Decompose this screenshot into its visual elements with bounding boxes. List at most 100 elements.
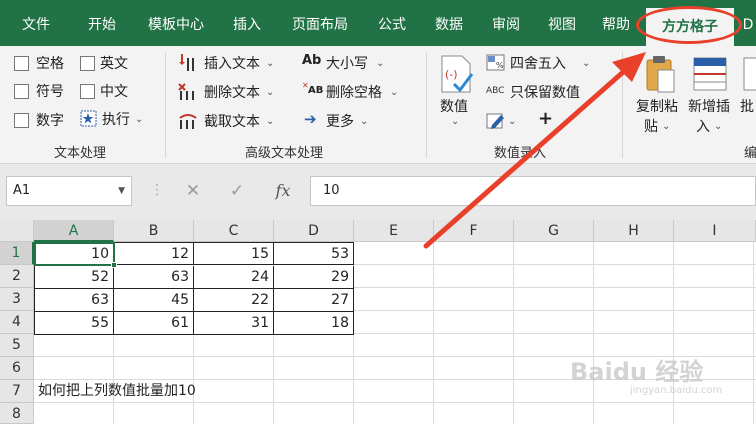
tab-home[interactable]: 开始 (72, 0, 132, 46)
delete-spaces-button[interactable]: ✕ AB 删除空格 ⌄ (302, 81, 412, 103)
cell-a2[interactable]: 52 (34, 266, 114, 289)
group-label-advanced-text: 高级文本处理 (244, 146, 323, 161)
cell-c1[interactable]: 15 (194, 242, 274, 265)
formula-input[interactable]: 10 (310, 176, 756, 206)
insert-function-button[interactable]: fx (268, 176, 298, 206)
value-icon: (-) (441, 55, 474, 93)
insert-text-label: 插入文本 (204, 56, 260, 72)
annotation-highlight-ring (636, 6, 742, 44)
cell-b3[interactable]: 45 (114, 289, 194, 312)
group-label-number-entry: 数值录入 (493, 146, 546, 161)
column-header-e[interactable]: E (354, 220, 434, 242)
row-header-8[interactable]: 8 (0, 403, 34, 424)
cell-a4[interactable]: 55 (34, 312, 114, 335)
column-header-h[interactable]: H (594, 220, 674, 242)
execute-label: 执行 (102, 112, 130, 128)
row-header-6[interactable]: 6 (0, 357, 34, 380)
svg-text:%: % (496, 61, 504, 70)
cancel-entry-button[interactable]: ✕ (178, 176, 208, 206)
cell-b1[interactable]: 12 (114, 242, 194, 265)
row-header-4[interactable]: 4 (0, 311, 34, 334)
chevron-down-icon: ⌄ (266, 58, 275, 69)
checkbox-symbol-label: 符号 (36, 84, 64, 100)
cell-c2[interactable]: 24 (194, 266, 274, 289)
group-label-text-processing: 文本处理 (53, 146, 106, 161)
extract-text-button[interactable]: 截取文本 ⌄ (178, 110, 288, 132)
delete-text-button[interactable]: 删除文本 ⌄ (178, 81, 288, 103)
case-button[interactable]: Ab 大小写 ⌄ (302, 52, 402, 74)
chevron-down-icon[interactable]: ▼ (118, 177, 125, 205)
checkbox-symbol[interactable] (14, 84, 29, 99)
checkbox-chinese[interactable] (80, 84, 95, 99)
name-box[interactable]: A1 ▼ (6, 176, 132, 206)
keep-values-button[interactable]: ABC 只保留数值 (486, 81, 596, 103)
row-header-5[interactable]: 5 (0, 334, 34, 357)
group-divider (426, 52, 427, 158)
value-button[interactable]: (-) 数值 ⌄ (436, 52, 476, 134)
fill-handle[interactable] (111, 262, 117, 268)
column-header-f[interactable]: F (434, 220, 514, 242)
cell-b2[interactable]: 63 (114, 266, 194, 289)
plus-button[interactable]: + (538, 108, 553, 129)
checkbox-english[interactable] (80, 56, 95, 71)
chevron-down-icon: ⌄ (714, 121, 723, 132)
column-header-b[interactable]: B (114, 220, 194, 242)
cell-d2[interactable]: 29 (274, 266, 354, 289)
row-header-1[interactable]: 1 (0, 242, 34, 265)
insert-text-button[interactable]: 插入文本 ⌄ (178, 52, 288, 74)
checkbox-number[interactable] (14, 113, 29, 128)
cell-c4[interactable]: 31 (194, 312, 274, 335)
group-divider (622, 52, 623, 158)
cell-a3[interactable]: 63 (34, 289, 114, 312)
copy-paste-label-line1: 复制粘 (636, 99, 678, 115)
group-label-edit: 编 (744, 146, 756, 161)
tab-review[interactable]: 审阅 (480, 0, 532, 46)
round-button[interactable]: % 四舍五入 ⌄ (486, 52, 596, 74)
checkbox-number-label: 数字 (36, 113, 64, 129)
tab-template-center[interactable]: 模板中心 (136, 0, 216, 46)
column-header-g[interactable]: G (514, 220, 594, 242)
tab-insert[interactable]: 插入 (220, 0, 274, 46)
cell-c3[interactable]: 22 (194, 289, 274, 312)
copy-paste-button[interactable]: 复制粘 贴 ⌄ (634, 52, 684, 135)
execute-icon (80, 110, 97, 127)
column-header-i[interactable]: I (674, 220, 756, 242)
copy-paste-label-line2: 贴 (644, 119, 658, 135)
tab-page-layout[interactable]: 页面布局 (278, 0, 362, 46)
column-header-c[interactable]: C (194, 220, 274, 242)
tab-overflow[interactable]: D (740, 0, 756, 46)
arrow-right-icon: ➔ (304, 110, 317, 128)
tab-formulas[interactable]: 公式 (366, 0, 418, 46)
more-button[interactable]: ➔ 更多 ⌄ (302, 110, 382, 132)
checkbox-english-label: 英文 (100, 56, 128, 72)
baidu-jingyan-watermark: Baidu 经验 jingyan.baidu.com (570, 352, 722, 396)
checkbox-space[interactable] (14, 56, 29, 71)
cell-a7-note[interactable]: 如何把上列数值批量加10 (38, 380, 196, 403)
edit-menu-button[interactable]: ⌄ (486, 110, 522, 132)
tab-file[interactable]: 文件 (8, 0, 64, 46)
column-header-a[interactable]: A (34, 220, 114, 242)
cell-d4[interactable]: 18 (274, 312, 354, 335)
tab-view[interactable]: 视图 (536, 0, 588, 46)
select-all-corner[interactable] (0, 220, 34, 242)
row-header-7[interactable]: 7 (0, 380, 34, 403)
confirm-entry-button[interactable]: ✓ (222, 176, 252, 206)
delete-text-icon (178, 83, 194, 100)
chevron-down-icon: ⌄ (266, 116, 275, 127)
chevron-down-icon: ⌄ (390, 87, 399, 98)
name-box-value: A1 (13, 183, 31, 198)
batch-button[interactable]: 批 (740, 52, 756, 134)
delete-text-label: 删除文本 (204, 85, 260, 101)
column-header-d[interactable]: D (274, 220, 354, 242)
new-insert-button[interactable]: 新增插 入 ⌄ (686, 52, 738, 135)
cell-b4[interactable]: 61 (114, 312, 194, 335)
row-header-3[interactable]: 3 (0, 288, 34, 311)
tab-data[interactable]: 数据 (422, 0, 476, 46)
row-header-2[interactable]: 2 (0, 265, 34, 288)
execute-button[interactable]: 执行 ⌄ (80, 108, 150, 130)
watermark-main: Baidu 经验 (570, 358, 704, 386)
chevron-down-icon: ⌄ (135, 114, 144, 125)
cell-d3[interactable]: 27 (274, 289, 354, 312)
tab-help[interactable]: 帮助 (590, 0, 642, 46)
cell-d1[interactable]: 53 (274, 242, 354, 265)
